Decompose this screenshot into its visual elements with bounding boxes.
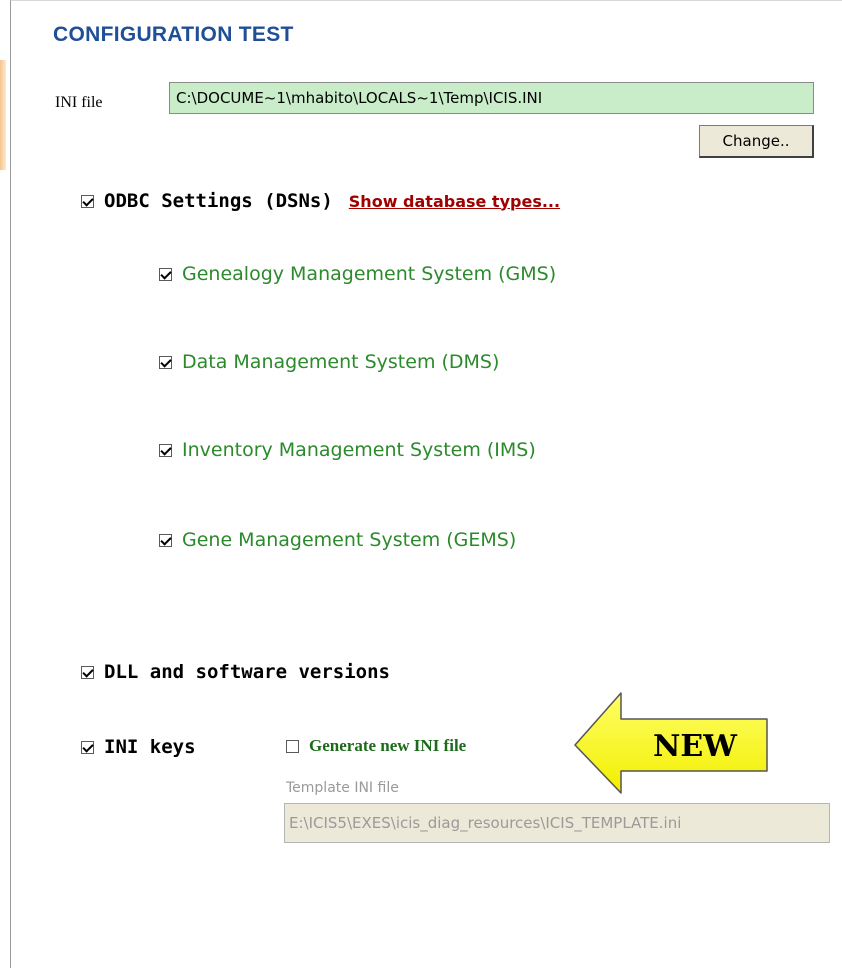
left-accent-strip: [0, 60, 6, 170]
system-row-dms: Data Management System (DMS): [159, 351, 499, 373]
odbc-settings-checkbox[interactable]: [81, 194, 94, 208]
panel-title: CONFIGURATION TEST: [53, 23, 294, 46]
gms-checkbox[interactable]: [159, 267, 172, 281]
odbc-settings-row: ODBC Settings (DSNs) Show database types…: [81, 190, 560, 212]
ini-keys-label: INI keys: [104, 736, 196, 758]
configuration-test-panel: CONFIGURATION TEST INI file C:\DOCUME~1\…: [10, 0, 842, 968]
system-row-gems: Gene Management System (GEMS): [159, 529, 516, 551]
generate-ini-label: Generate new INI file: [309, 736, 467, 755]
ini-file-field[interactable]: C:\DOCUME~1\mhabito\LOCALS~1\Temp\ICIS.I…: [169, 82, 814, 114]
generate-ini-row: Generate new INI file: [286, 736, 466, 756]
change-button[interactable]: Change..: [699, 125, 814, 158]
generate-ini-checkbox[interactable]: [286, 739, 299, 753]
dll-versions-row: DLL and software versions: [81, 661, 390, 683]
ini-keys-row: INI keys: [81, 736, 196, 758]
system-row-gms: Genealogy Management System (GMS): [159, 263, 556, 285]
new-callout-arrow: NEW: [574, 692, 768, 794]
system-row-ims: Inventory Management System (IMS): [159, 439, 536, 461]
gems-checkbox[interactable]: [159, 533, 172, 547]
dms-label: Data Management System (DMS): [182, 351, 500, 373]
ini-keys-checkbox[interactable]: [81, 740, 94, 754]
new-label: NEW: [653, 729, 738, 764]
gms-label: Genealogy Management System (GMS): [182, 263, 557, 285]
ims-checkbox[interactable]: [159, 443, 172, 457]
ini-file-label: INI file: [55, 94, 103, 111]
ims-label: Inventory Management System (IMS): [182, 439, 536, 461]
template-ini-label: Template INI file: [286, 780, 399, 796]
dms-checkbox[interactable]: [159, 355, 172, 369]
template-ini-field[interactable]: E:\ICIS5\EXES\icis_diag_resources\ICIS_T…: [284, 803, 830, 843]
show-database-types-link[interactable]: Show database types...: [349, 192, 560, 211]
dll-versions-label: DLL and software versions: [104, 661, 390, 683]
dll-versions-checkbox[interactable]: [81, 665, 94, 679]
odbc-settings-label: ODBC Settings (DSNs): [104, 190, 333, 212]
gems-label: Gene Management System (GEMS): [182, 529, 517, 551]
